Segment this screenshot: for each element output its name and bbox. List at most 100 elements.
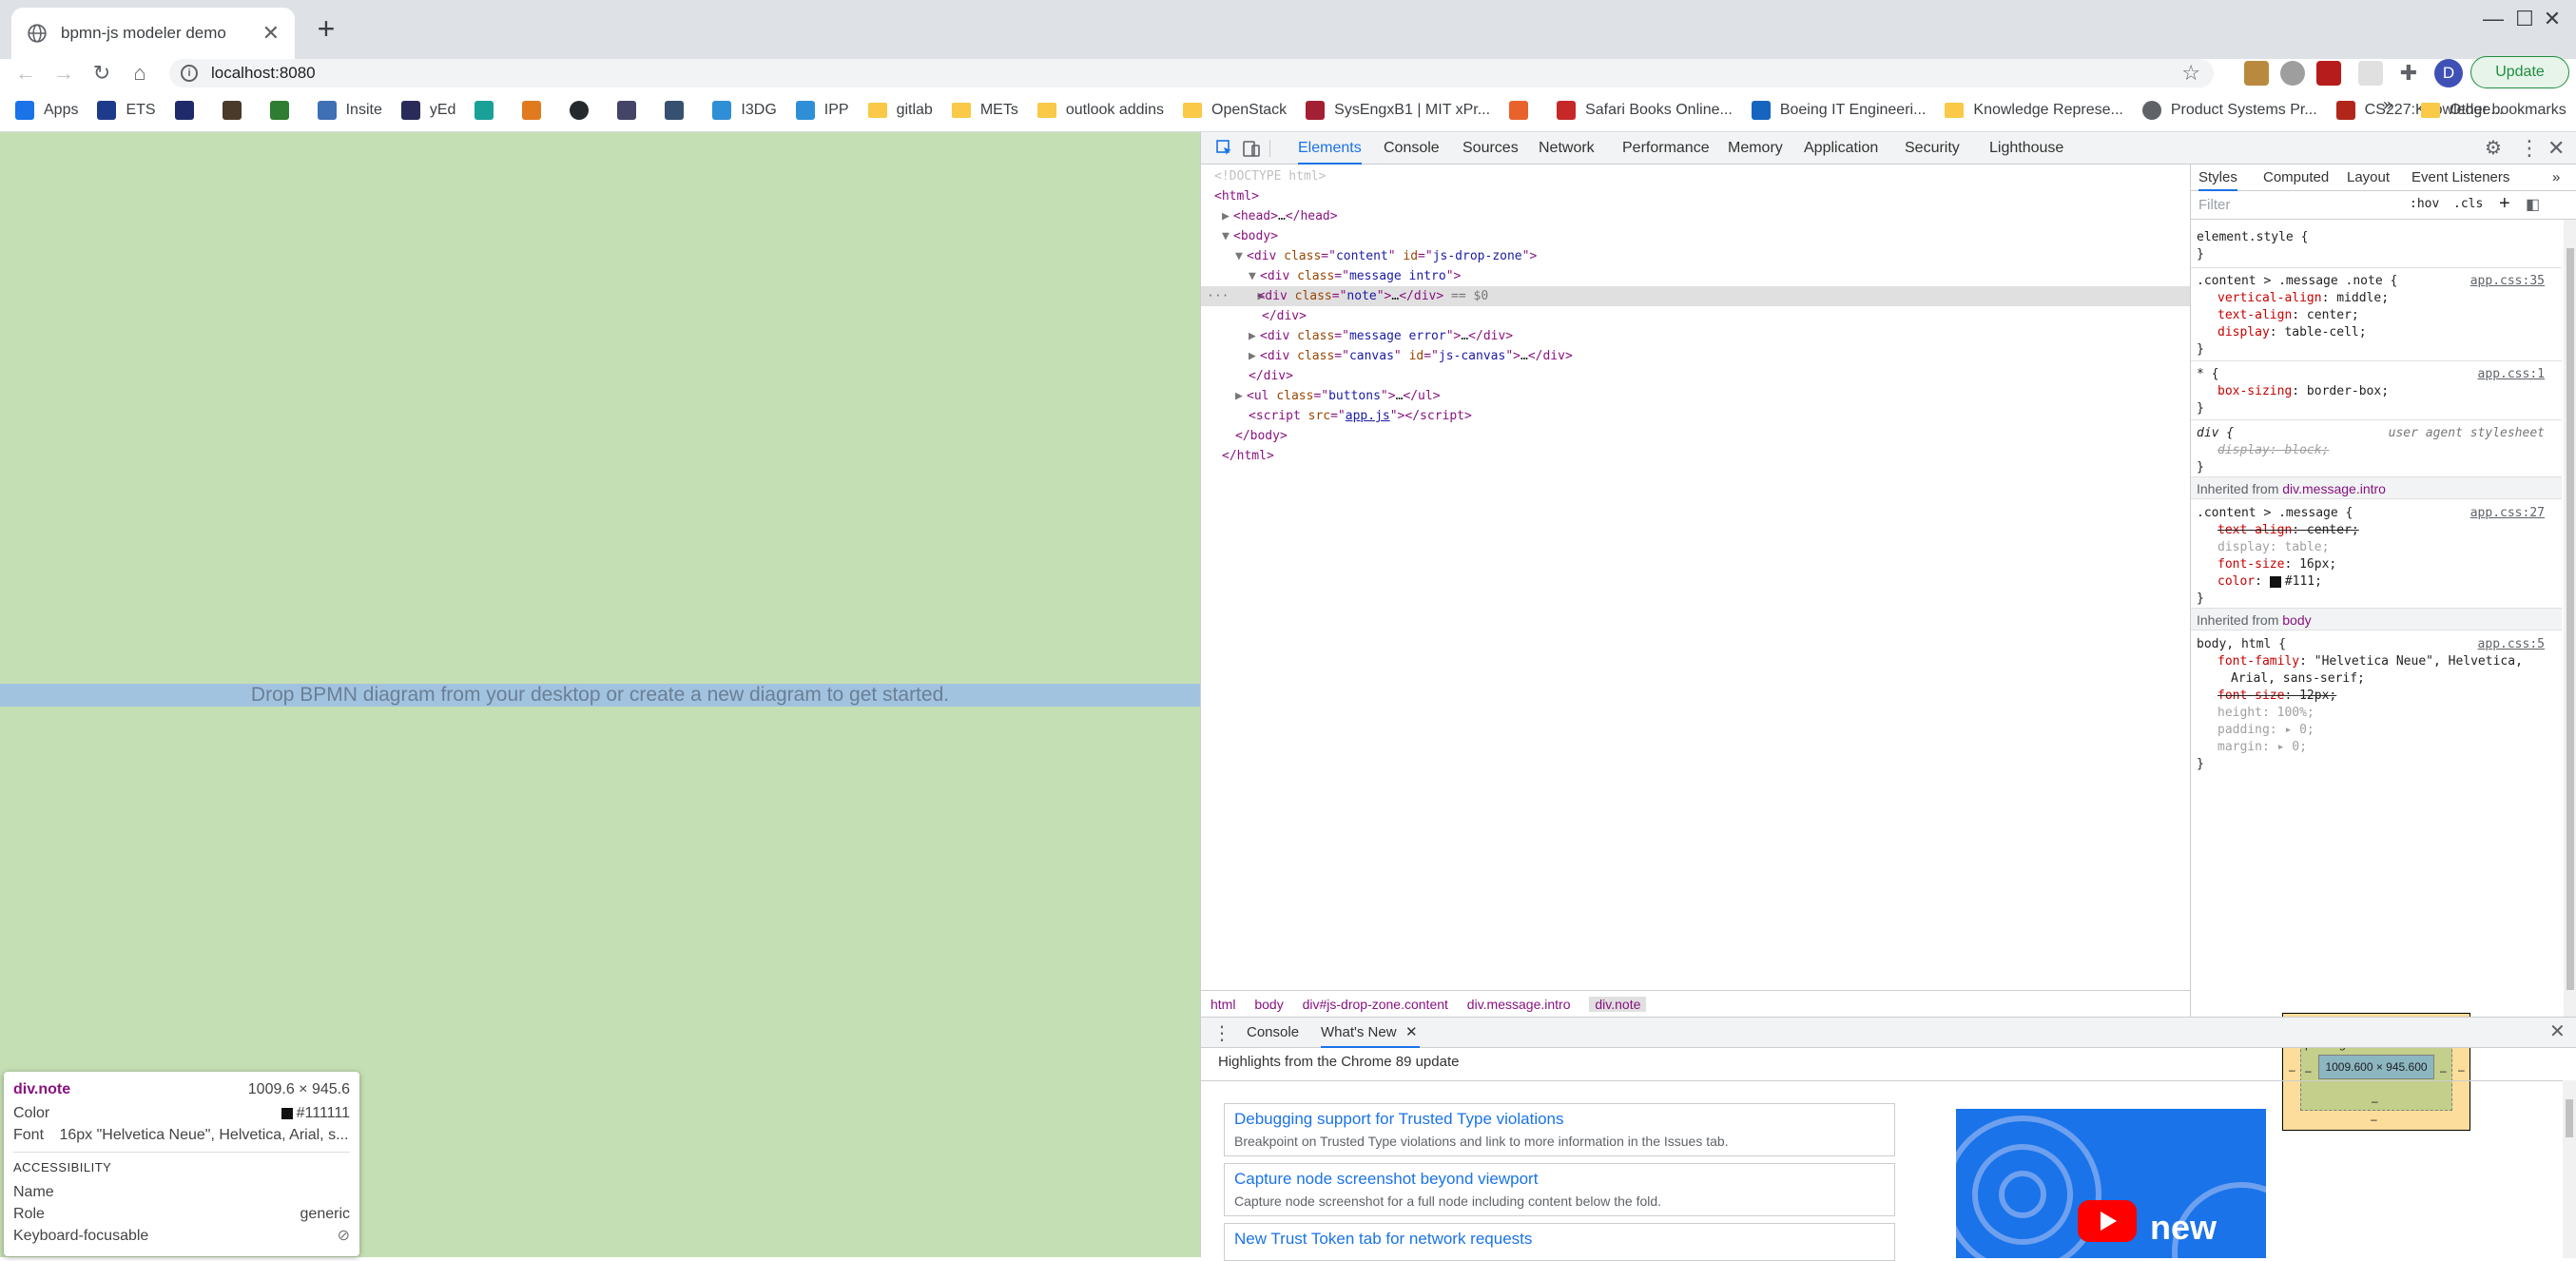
new-style-rule-icon[interactable]: + xyxy=(2499,193,2510,215)
more-options-icon[interactable]: ⋮ xyxy=(2519,136,2540,161)
decl-display-table[interactable]: display: table; xyxy=(2218,539,2329,556)
tab-elements[interactable]: Elements xyxy=(1298,132,1362,165)
new-tab-button[interactable]: + xyxy=(310,13,342,46)
source-link[interactable]: app.css:35 xyxy=(2470,273,2545,290)
extension-icon-4[interactable] xyxy=(2358,61,2383,86)
decl-font-family[interactable]: font-family: "Helvetica Neue", Helvetica… xyxy=(2218,653,2523,670)
bookmark-item[interactable]: IPP xyxy=(795,101,849,120)
dom-canvas[interactable]: ▶ <div class="canvas" id="js-canvas">…</d… xyxy=(1249,346,1573,366)
bookmark-item[interactable]: OpenStack xyxy=(1183,102,1287,119)
extension-icon-2[interactable] xyxy=(2280,61,2305,86)
bookmark-item[interactable]: gitlab xyxy=(867,102,933,119)
bookmark-item[interactable]: Boeing IT Engineeri... xyxy=(1751,101,1926,120)
decl-color[interactable]: color: #111; xyxy=(2218,573,2322,591)
bookmark-item[interactable]: Product Systems Pr... xyxy=(2141,101,2317,120)
tab-application[interactable]: Application xyxy=(1804,132,1878,165)
source-link[interactable]: app.css:5 xyxy=(2478,636,2545,653)
news-card[interactable]: Debugging support for Trusted Type viola… xyxy=(1224,1103,1895,1156)
dom-close-body[interactable]: </body> xyxy=(1235,426,1288,446)
reload-icon[interactable]: ↻ xyxy=(87,59,116,87)
breadcrumb-message-intro[interactable]: div.message.intro xyxy=(1467,997,1571,1012)
bookmark-item[interactable]: I3DG xyxy=(712,101,777,120)
tab-memory[interactable]: Memory xyxy=(1728,132,1783,165)
dom-message-intro[interactable]: ▼ <div class="message intro"> xyxy=(1249,266,1461,286)
breadcrumb-note[interactable]: div.note xyxy=(1589,997,1647,1012)
extension-icon-1[interactable] xyxy=(2244,61,2269,86)
rule-div-ua[interactable]: div {user agent stylesheet xyxy=(2197,425,2564,442)
tab-event-listeners[interactable]: Event Listeners xyxy=(2411,165,2509,191)
close-window-icon[interactable]: ✕ xyxy=(2524,0,2576,38)
tab-network[interactable]: Network xyxy=(1539,132,1595,165)
bookmark-item[interactable] xyxy=(222,101,251,120)
more-bookmarks-icon[interactable]: » xyxy=(2383,95,2392,115)
bookmark-item[interactable] xyxy=(1509,101,1538,120)
decl-margin[interactable]: margin: ▸ 0; xyxy=(2218,739,2307,756)
tab-styles[interactable]: Styles xyxy=(2198,165,2237,191)
dom-body[interactable]: ▼ <body> xyxy=(1222,226,1278,246)
tab-computed[interactable]: Computed xyxy=(2263,165,2329,191)
decl-font-size[interactable]: font-size: 16px; xyxy=(2218,556,2336,573)
news-title[interactable]: New Trust Token tab for network requests xyxy=(1234,1230,1532,1249)
bookmark-item[interactable] xyxy=(570,101,598,120)
drawer-tab-console[interactable]: Console xyxy=(1247,1018,1299,1048)
other-bookmarks[interactable]: Other bookmarks xyxy=(2421,93,2566,127)
decl-display-block[interactable]: display: block; xyxy=(2218,442,2329,459)
news-card[interactable]: Capture node screenshot beyond viewport … xyxy=(1224,1163,1895,1216)
tab-performance[interactable]: Performance xyxy=(1622,132,1710,165)
dom-close-div[interactable]: </div> xyxy=(1262,306,1307,326)
bookmark-item[interactable] xyxy=(665,101,693,120)
dom-head[interactable]: ▶ <head>…</head> xyxy=(1222,206,1338,226)
color-swatch[interactable] xyxy=(2269,575,2281,588)
decl-box-sizing[interactable]: box-sizing: border-box; xyxy=(2218,383,2389,400)
inherited-target-message[interactable]: div.message.intro xyxy=(2282,481,2386,496)
settings-gear-icon[interactable]: ⚙ xyxy=(2485,136,2502,160)
scrollbar-thumb[interactable] xyxy=(2566,248,2574,990)
tab-sources[interactable]: Sources xyxy=(1462,132,1519,165)
browser-tab[interactable]: bpmn-js modeler demo ✕ xyxy=(11,8,295,59)
scrollbar-thumb[interactable] xyxy=(2566,1099,2573,1137)
hover-state-toggle[interactable]: :hov xyxy=(2410,197,2439,211)
bookmark-item[interactable] xyxy=(617,101,646,120)
decl-padding[interactable]: padding: ▸ 0; xyxy=(2218,722,2315,739)
breadcrumb-html[interactable]: html xyxy=(1211,997,1235,1012)
bookmark-item[interactable]: Apps xyxy=(15,101,78,120)
tab-console[interactable]: Console xyxy=(1384,132,1440,165)
address-bar[interactable]: i localhost:8080 ☆ xyxy=(169,59,2214,87)
toggle-sidebar-icon[interactable]: ◧ xyxy=(2526,195,2540,214)
drawer-menu-icon[interactable]: ⋮ xyxy=(1212,1021,1231,1045)
source-link[interactable]: app.css:1 xyxy=(2478,366,2545,383)
inherited-target-body[interactable]: body xyxy=(2282,612,2311,628)
rule-element-style[interactable]: element.style { xyxy=(2197,229,2308,246)
bookmark-item[interactable]: METs xyxy=(951,102,1018,119)
decl-vertical-align[interactable]: vertical-align: middle; xyxy=(2218,290,2389,307)
decl-text-align[interactable]: text-align: center; xyxy=(2218,307,2359,324)
tab-security[interactable]: Security xyxy=(1905,132,1960,165)
close-tab-icon[interactable]: ✕ xyxy=(1405,1018,1418,1048)
extension-icon-3[interactable] xyxy=(2316,61,2341,86)
dom-doctype[interactable]: <!DOCTYPE html> xyxy=(1214,166,1326,186)
update-button[interactable]: Update xyxy=(2470,56,2569,88)
dom-note-selected[interactable]: ··· ▶<div class="note">…</div> == $0 xyxy=(1201,286,2190,306)
close-devtools-icon[interactable]: ✕ xyxy=(2547,136,2565,161)
tab-lighthouse[interactable]: Lighthouse xyxy=(1989,132,2063,165)
rule-body-html[interactable]: body, html {app.css:5 xyxy=(2197,636,2564,653)
decl-font-size-struck[interactable]: font-size: 12px; xyxy=(2218,688,2336,705)
decl-text-align-inherited[interactable]: text-align: center; xyxy=(2218,522,2359,539)
decl-display[interactable]: display: table-cell; xyxy=(2218,324,2367,341)
bookmark-item[interactable]: Safari Books Online... xyxy=(1557,101,1733,120)
drawer-tab-whats-new[interactable]: What's New ✕ xyxy=(1321,1018,1420,1048)
decl-height[interactable]: height: 100%; xyxy=(2218,705,2315,722)
create-diagram-link[interactable]: create a new diagram xyxy=(629,684,822,706)
bookmark-item[interactable]: yEd xyxy=(400,101,455,120)
breadcrumb-body[interactable]: body xyxy=(1254,997,1283,1012)
news-title[interactable]: Capture node screenshot beyond viewport xyxy=(1234,1170,1538,1189)
bookmark-item[interactable]: Insite xyxy=(317,101,382,120)
profile-avatar[interactable]: D xyxy=(2434,59,2463,87)
news-title[interactable]: Debugging support for Trusted Type viola… xyxy=(1234,1110,1564,1129)
bookmark-item[interactable]: ETS xyxy=(97,101,156,120)
class-toggle[interactable]: .cls xyxy=(2453,197,2483,211)
bookmark-item[interactable]: SysEngxB1 | MIT xPr... xyxy=(1306,101,1490,120)
device-toolbar-icon[interactable] xyxy=(1241,138,1262,159)
site-info-icon[interactable]: i xyxy=(181,65,198,82)
whats-new-video[interactable]: new xyxy=(1956,1109,2266,1258)
